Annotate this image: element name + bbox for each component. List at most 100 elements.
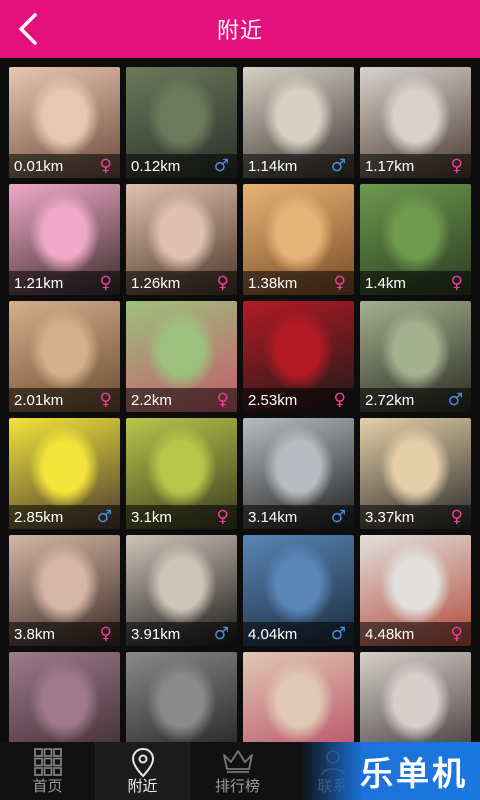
user-tile[interactable] <box>360 652 471 742</box>
user-tile[interactable]: 2.01km ♀ <box>9 301 120 412</box>
grid-icon <box>33 748 62 776</box>
female-icon: ♀ <box>216 273 229 293</box>
tile-caption: 1.14km ♂ <box>243 154 354 178</box>
distance-label: 1.26km <box>131 274 181 292</box>
tab-home[interactable]: 首页 <box>0 742 95 800</box>
male-icon: ♂ <box>330 624 346 644</box>
user-tile[interactable]: 3.14km ♂ <box>243 418 354 529</box>
distance-label: 4.48km <box>365 625 415 643</box>
user-tile[interactable]: 1.21km ♀ <box>9 184 120 295</box>
distance-label: 1.14km <box>248 157 298 175</box>
user-tile[interactable]: 2.2km ♀ <box>126 301 237 412</box>
distance-label: 3.14km <box>248 508 298 526</box>
user-photo <box>9 652 120 742</box>
user-tile[interactable]: 2.85km ♂ <box>9 418 120 529</box>
user-photo <box>360 652 471 742</box>
female-icon: ♀ <box>450 507 463 527</box>
back-button[interactable] <box>8 9 48 49</box>
female-icon: ♀ <box>99 273 112 293</box>
user-tile[interactable]: 1.26km ♀ <box>126 184 237 295</box>
user-tile[interactable] <box>9 652 120 742</box>
male-icon: ♂ <box>213 156 229 176</box>
user-photo <box>126 652 237 742</box>
nearby-user-grid: 0.01km ♀ 0.12km ♂ 1.14km ♂ 1.17km ♀ 1.21km ♀ 1.26k… <box>0 58 480 742</box>
user-tile[interactable]: 1.17km ♀ <box>360 67 471 178</box>
crown-icon <box>222 750 253 773</box>
female-icon: ♀ <box>450 156 463 176</box>
male-icon: ♂ <box>96 507 112 527</box>
user-tile[interactable]: 3.91km ♂ <box>126 535 237 646</box>
page-title: 附近 <box>216 19 263 44</box>
tile-caption: 1.21km ♀ <box>9 271 120 295</box>
chevron-left-icon <box>19 13 37 45</box>
distance-label: 3.37km <box>365 508 415 526</box>
tile-caption: 2.2km ♀ <box>126 388 237 412</box>
user-tile[interactable]: 2.72km ♂ <box>360 301 471 412</box>
user-tile[interactable]: 3.1km ♀ <box>126 418 237 529</box>
female-icon: ♀ <box>99 390 112 410</box>
distance-label: 1.38km <box>248 274 298 292</box>
tile-caption: 3.1km ♀ <box>126 505 237 529</box>
distance-label: 3.1km <box>131 508 172 526</box>
tab-ranking[interactable]: 排行榜 <box>190 742 285 800</box>
distance-label: 4.04km <box>248 625 298 643</box>
user-photo <box>243 652 354 742</box>
tab-ranking-label: 排行榜 <box>214 777 260 795</box>
tile-caption: 0.01km ♀ <box>9 154 120 178</box>
distance-label: 1.21km <box>14 274 64 292</box>
female-icon: ♀ <box>99 624 112 644</box>
female-icon: ♀ <box>450 624 463 644</box>
user-tile[interactable] <box>126 652 237 742</box>
tile-caption: 2.72km ♂ <box>360 388 471 412</box>
tab-home-label: 首页 <box>32 777 63 795</box>
tile-caption: 4.48km ♀ <box>360 622 471 646</box>
distance-label: 0.01km <box>14 157 64 175</box>
female-icon: ♀ <box>333 273 346 293</box>
distance-label: 2.01km <box>14 391 64 409</box>
distance-label: 1.17km <box>365 157 415 175</box>
tile-caption: 0.12km ♂ <box>126 154 237 178</box>
tile-caption: 4.04km ♂ <box>243 622 354 646</box>
distance-label: 2.85km <box>14 508 64 526</box>
tile-caption: 1.26km ♀ <box>126 271 237 295</box>
distance-label: 3.91km <box>131 625 181 643</box>
tile-caption: 3.8km ♀ <box>9 622 120 646</box>
male-icon: ♂ <box>330 156 346 176</box>
tile-caption: 1.4km ♀ <box>360 271 471 295</box>
user-tile[interactable]: 4.48km ♀ <box>360 535 471 646</box>
user-tile[interactable]: 1.38km ♀ <box>243 184 354 295</box>
tile-caption: 3.14km ♂ <box>243 505 354 529</box>
distance-label: 0.12km <box>131 157 181 175</box>
female-icon: ♀ <box>450 273 463 293</box>
tile-caption: 2.01km ♀ <box>9 388 120 412</box>
user-tile[interactable]: 1.14km ♂ <box>243 67 354 178</box>
distance-label: 2.2km <box>131 391 172 409</box>
user-tile[interactable]: 0.01km ♀ <box>9 67 120 178</box>
user-tile[interactable]: 3.37km ♀ <box>360 418 471 529</box>
male-icon: ♂ <box>447 390 463 410</box>
tile-caption: 2.85km ♂ <box>9 505 120 529</box>
distance-label: 2.72km <box>365 391 415 409</box>
user-tile[interactable]: 4.04km ♂ <box>243 535 354 646</box>
tile-caption: 3.91km ♂ <box>126 622 237 646</box>
male-icon: ♂ <box>213 624 229 644</box>
app-header: 附近 <box>0 0 480 58</box>
tile-caption: 3.37km ♀ <box>360 505 471 529</box>
location-pin-icon <box>131 747 154 778</box>
user-tile[interactable]: 0.12km ♂ <box>126 67 237 178</box>
tab-nearby[interactable]: 附近 <box>95 742 190 800</box>
female-icon: ♀ <box>216 390 229 410</box>
distance-label: 3.8km <box>14 625 55 643</box>
brand-watermark: 乐单机 <box>300 742 480 800</box>
tile-caption: 1.38km ♀ <box>243 271 354 295</box>
male-icon: ♂ <box>330 507 346 527</box>
user-tile[interactable] <box>243 652 354 742</box>
distance-label: 2.53km <box>248 391 298 409</box>
female-icon: ♀ <box>99 156 112 176</box>
distance-label: 1.4km <box>365 274 406 292</box>
brand-text: 乐单机 <box>360 754 468 793</box>
tile-caption: 2.53km ♀ <box>243 388 354 412</box>
user-tile[interactable]: 2.53km ♀ <box>243 301 354 412</box>
user-tile[interactable]: 1.4km ♀ <box>360 184 471 295</box>
user-tile[interactable]: 3.8km ♀ <box>9 535 120 646</box>
